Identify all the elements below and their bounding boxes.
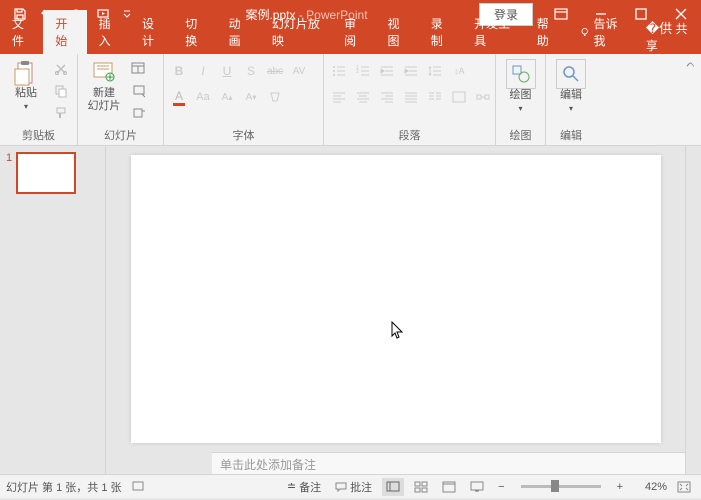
indent-right-button[interactable] <box>400 61 422 81</box>
tab-insert[interactable]: 插入 <box>87 10 130 54</box>
group-label-clipboard: 剪贴板 <box>4 125 73 145</box>
tab-animations[interactable]: 动画 <box>217 10 260 54</box>
svg-text:2: 2 <box>356 69 359 75</box>
tab-slideshow[interactable]: 幻灯片放映 <box>260 10 332 54</box>
group-slides: 新建 幻灯片 幻灯片 <box>78 54 164 145</box>
ribbon-tabs: 文件 开始 插入 设计 切换 动画 幻灯片放映 审阅 视图 录制 开发工具 帮助… <box>0 28 701 54</box>
editing-button[interactable]: 编辑▾ <box>550 57 592 115</box>
sorter-view-button[interactable] <box>410 478 432 496</box>
format-painter-button[interactable] <box>50 103 72 123</box>
svg-text:↕A: ↕A <box>454 66 465 76</box>
workspace: 1 单击此处添加备注 <box>0 146 701 474</box>
bullets-button[interactable] <box>328 61 350 81</box>
group-label-drawing: 绘图 <box>500 125 541 145</box>
zoom-handle[interactable] <box>551 480 559 492</box>
notes-button[interactable]: ≐备注 <box>283 479 325 495</box>
spellcheck-button[interactable] <box>128 481 150 493</box>
font-color-button[interactable]: A <box>168 87 190 107</box>
slideshow-view-button[interactable] <box>466 478 488 496</box>
spacing-button[interactable]: AV <box>288 61 310 81</box>
reading-view-button[interactable] <box>438 478 460 496</box>
group-label-editing: 编辑 <box>550 125 592 145</box>
tab-home[interactable]: 开始 <box>43 10 86 54</box>
align-text-button[interactable] <box>448 87 470 107</box>
group-font: B I U S abc AV A Aa A▴ A▾ <box>164 54 324 145</box>
line-spacing-button[interactable] <box>424 61 446 81</box>
tab-developer[interactable]: 开发工具 <box>462 10 525 54</box>
notes-pane[interactable]: 单击此处添加备注 <box>212 452 685 474</box>
clear-format-button[interactable] <box>264 87 286 107</box>
ribbon: 粘贴▾ 剪贴板 新建 幻灯片 <box>0 54 701 146</box>
layout-button[interactable] <box>128 59 150 79</box>
statusbar: 幻灯片 第 1 张，共 1 张 ≐备注 批注 − + 42% <box>0 474 701 498</box>
group-editing: 编辑▾ 编辑 <box>546 54 596 145</box>
normal-view-button[interactable] <box>382 478 404 496</box>
new-slide-button[interactable]: 新建 幻灯片 <box>82 57 126 113</box>
share-button[interactable]: �供 共享 <box>634 18 701 54</box>
thumb-number: 1 <box>6 152 12 194</box>
zoom-in-button[interactable]: + <box>613 481 627 493</box>
tab-help[interactable]: 帮助 <box>525 10 568 54</box>
comments-button[interactable]: 批注 <box>331 479 376 495</box>
zoom-out-button[interactable]: − <box>494 481 508 493</box>
justify-button[interactable] <box>400 87 422 107</box>
fit-to-window-button[interactable] <box>673 481 695 493</box>
slide-thumbnail-1[interactable] <box>16 152 76 194</box>
group-paragraph: 12 ↕A 段落 <box>324 54 496 145</box>
text-direction-button[interactable]: ↕A <box>448 61 470 81</box>
grow-font-button[interactable]: A▴ <box>216 87 238 107</box>
vertical-scrollbar[interactable] <box>685 146 701 474</box>
slide[interactable] <box>131 155 661 443</box>
tab-file[interactable]: 文件 <box>0 10 43 54</box>
group-label-paragraph: 段落 <box>328 125 491 145</box>
group-label-font: 字体 <box>168 125 319 145</box>
align-right-button[interactable] <box>376 87 398 107</box>
collapse-ribbon-button[interactable]: ᨈ <box>686 58 695 71</box>
tab-tellme[interactable]: 告诉我 <box>568 10 634 54</box>
tab-view[interactable]: 视图 <box>375 10 418 54</box>
shadow-button[interactable]: S <box>240 61 262 81</box>
bold-button[interactable]: B <box>168 61 190 81</box>
paste-button[interactable]: 粘贴▾ <box>4 57 48 113</box>
indent-left-button[interactable] <box>376 61 398 81</box>
smartart-button[interactable] <box>472 87 494 107</box>
group-label-slides: 幻灯片 <box>82 125 159 145</box>
align-center-button[interactable] <box>352 87 374 107</box>
copy-button[interactable] <box>50 81 72 101</box>
thumbnail-panel[interactable]: 1 <box>0 146 106 474</box>
group-drawing: 绘图▾ 绘图 <box>496 54 546 145</box>
columns-button[interactable] <box>424 87 446 107</box>
underline-button[interactable]: U <box>216 61 238 81</box>
tab-record[interactable]: 录制 <box>419 10 462 54</box>
comment-icon <box>335 482 347 492</box>
reset-button[interactable] <box>128 81 150 101</box>
lightbulb-icon <box>580 26 589 38</box>
zoom-value[interactable]: 42% <box>633 481 667 493</box>
shrink-font-button[interactable]: A▾ <box>240 87 262 107</box>
numbering-button[interactable]: 12 <box>352 61 374 81</box>
slide-counter: 幻灯片 第 1 张，共 1 张 <box>6 479 122 495</box>
cut-button[interactable] <box>50 59 72 79</box>
tab-review[interactable]: 审阅 <box>332 10 375 54</box>
tab-transitions[interactable]: 切换 <box>173 10 216 54</box>
change-case-button[interactable]: Aa <box>192 87 214 107</box>
section-button[interactable] <box>128 103 150 123</box>
italic-button[interactable]: I <box>192 61 214 81</box>
strike-button[interactable]: abc <box>264 61 286 81</box>
align-left-button[interactable] <box>328 87 350 107</box>
slide-canvas-area[interactable] <box>106 146 685 452</box>
group-clipboard: 粘贴▾ 剪贴板 <box>0 54 78 145</box>
zoom-slider[interactable] <box>521 485 601 488</box>
drawing-button[interactable]: 绘图▾ <box>500 57 541 115</box>
tab-design[interactable]: 设计 <box>130 10 173 54</box>
